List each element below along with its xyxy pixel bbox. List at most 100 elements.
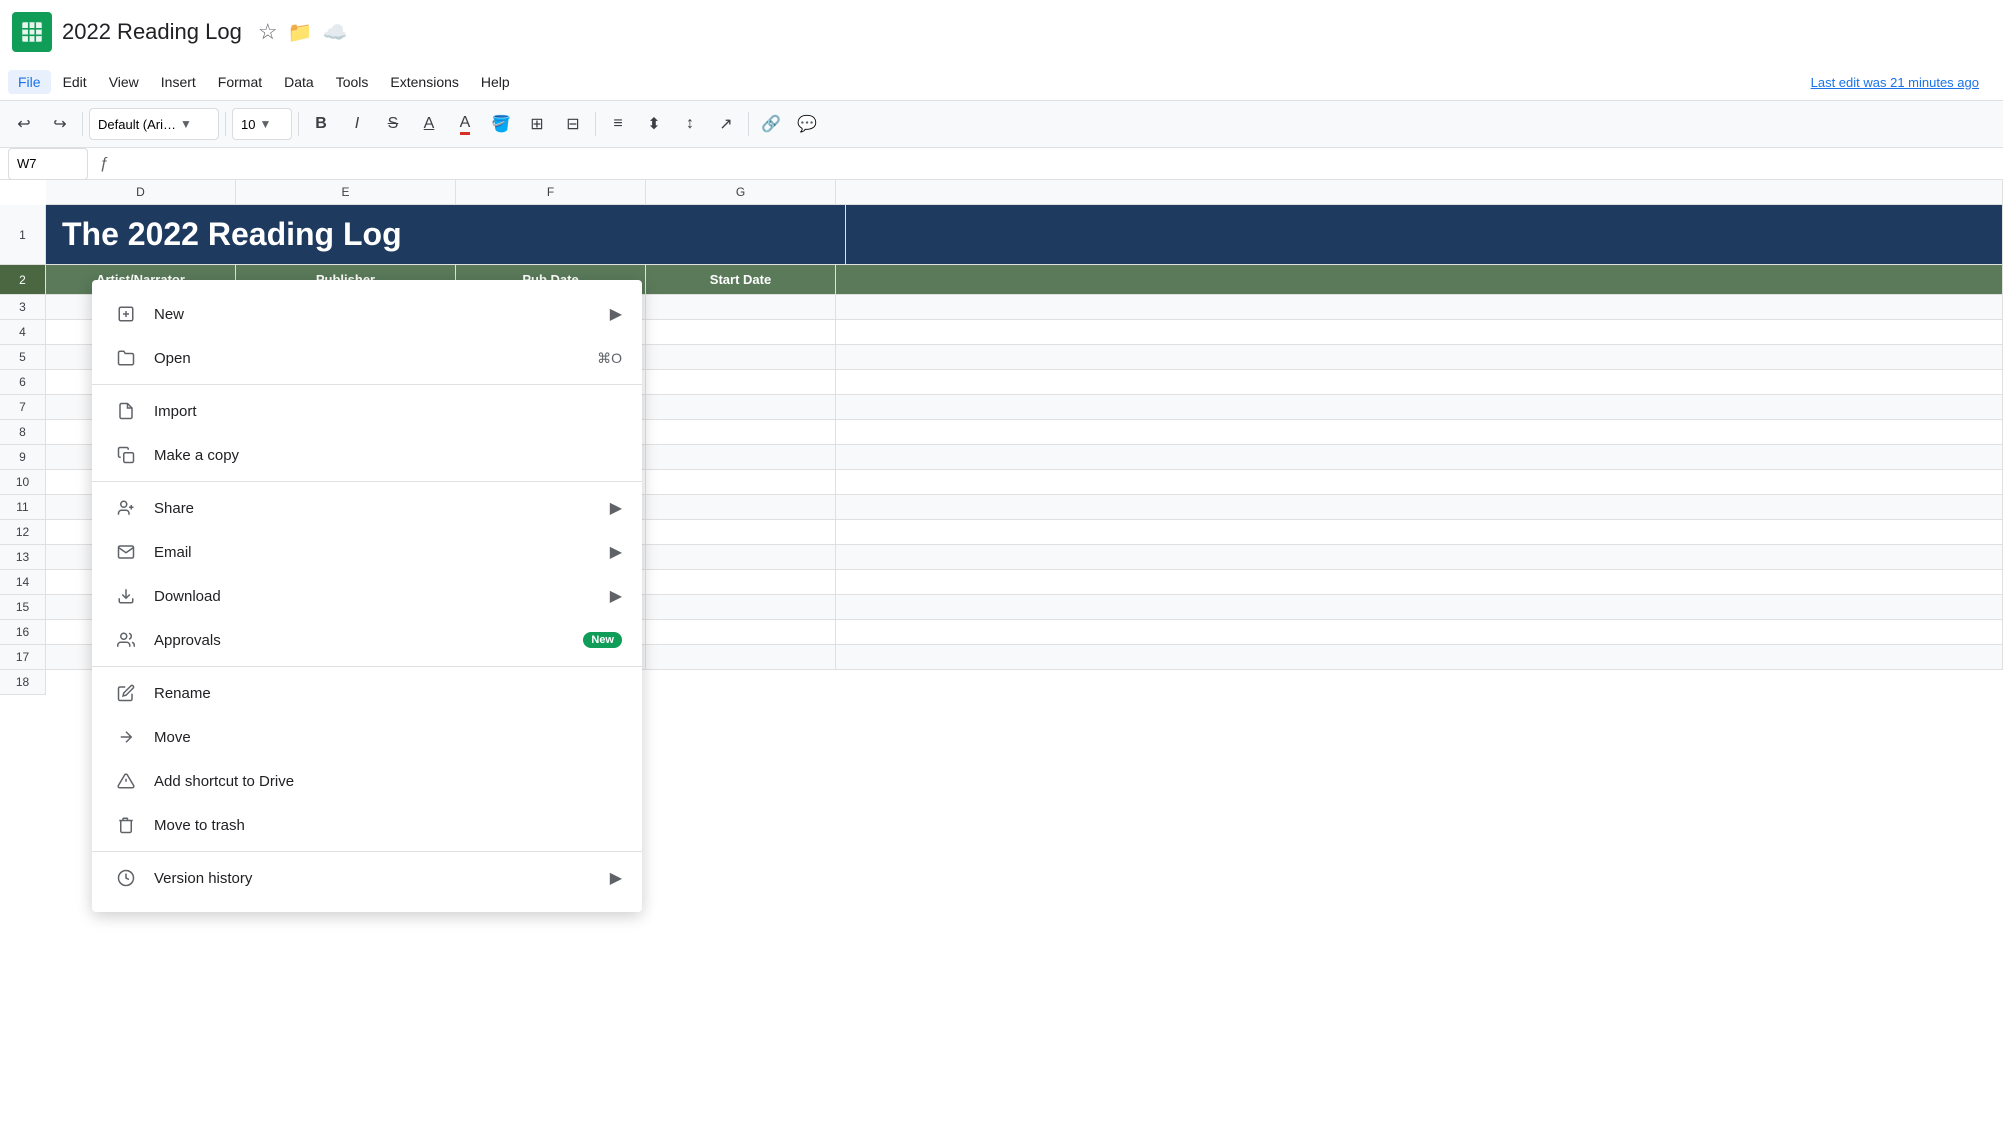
version-history-arrow: ▶ [610,868,622,888]
import-label: Import [154,403,622,420]
menu-item-share[interactable]: Share ▶ [92,486,642,530]
data-cell[interactable] [836,370,2003,395]
menu-item-email[interactable]: Email ▶ [92,530,642,574]
redo-button[interactable]: ↪ [44,108,76,140]
data-cell[interactable] [836,620,2003,645]
comment-button[interactable]: 💬 [791,108,823,140]
menu-item-import[interactable]: Import [92,389,642,433]
import-icon [112,402,140,420]
halign-button[interactable]: ≡ [602,108,634,140]
new-icon [112,305,140,323]
menu-tools[interactable]: Tools [326,70,379,94]
data-cell[interactable] [646,595,836,620]
borders-button[interactable]: ⊞ [521,108,553,140]
data-cell[interactable] [646,320,836,345]
italic-button[interactable]: I [341,108,373,140]
fill-color-button[interactable]: 🪣 [485,108,517,140]
text-color-button[interactable]: A [449,108,481,140]
menu-view[interactable]: View [99,70,149,94]
data-cell[interactable] [646,395,836,420]
menu-item-new[interactable]: New ▶ [92,292,642,336]
menu-item-make-copy[interactable]: Make a copy [92,433,642,477]
menu-item-move[interactable]: Move [92,715,642,759]
data-cell[interactable] [836,320,2003,345]
table-row[interactable]: The 2022 Reading Log [46,205,2003,265]
toolbar-divider-1 [82,112,83,136]
link-button[interactable]: 🔗 [755,108,787,140]
font-dropdown-arrow: ▼ [180,117,192,131]
col-header-g: G [646,180,836,204]
col-rest [836,265,2003,295]
cloud-icon[interactable]: ☁️ [322,20,347,45]
font-size-select[interactable]: 10 ▼ [232,108,292,140]
menu-format[interactable]: Format [208,70,272,94]
data-cell[interactable] [646,520,836,545]
wrap-button[interactable]: ↕ [674,108,706,140]
menu-item-download[interactable]: Download ▶ [92,574,642,618]
menu-item-approvals[interactable]: Approvals New [92,618,642,662]
menu-item-add-shortcut[interactable]: Add shortcut to Drive [92,759,642,803]
data-cell[interactable] [646,495,836,520]
menu-extensions[interactable]: Extensions [380,70,468,94]
shortcut-icon [112,772,140,790]
menu-item-rename[interactable]: Rename [92,671,642,715]
font-select[interactable]: Default (Ari… ▼ [89,108,219,140]
data-cell[interactable] [646,470,836,495]
strikethrough-button[interactable]: S [377,108,409,140]
data-cell[interactable] [836,445,2003,470]
data-cell[interactable] [646,570,836,595]
merge-button[interactable]: ⊟ [557,108,589,140]
menu-insert[interactable]: Insert [151,70,206,94]
data-cell[interactable] [836,520,2003,545]
cell-ref-value: W7 [17,156,37,171]
menu-item-version-history[interactable]: Version history ▶ [92,856,642,900]
data-cell[interactable] [646,620,836,645]
data-cell[interactable] [646,545,836,570]
cell-reference-box[interactable]: W7 [8,148,88,180]
menu-section-3: Share ▶ Email ▶ [92,482,642,667]
menu-help[interactable]: Help [471,70,520,94]
toolbar: ↩ ↪ Default (Ari… ▼ 10 ▼ B I S A A 🪣 ⊞ ⊟… [0,100,2003,148]
data-cell[interactable] [836,395,2003,420]
data-cell[interactable] [836,495,2003,520]
row-num-6: 6 [0,370,46,395]
data-cell[interactable] [836,345,2003,370]
data-cell[interactable] [836,545,2003,570]
star-icon[interactable]: ☆ [258,19,278,45]
menu-file[interactable]: File [8,70,51,94]
row-num-3: 3 [0,295,46,320]
data-cell[interactable] [836,295,2003,320]
data-cell[interactable] [836,570,2003,595]
row-num-5: 5 [0,345,46,370]
row-num-10: 10 [0,470,46,495]
last-edit-label[interactable]: Last edit was 21 minutes ago [1811,75,1995,90]
data-cell[interactable] [836,645,2003,670]
rotate-button[interactable]: ↗ [710,108,742,140]
data-cell[interactable] [646,645,836,670]
app-icon[interactable] [12,12,52,52]
menu-item-open[interactable]: Open ⌘O [92,336,642,380]
row-num-8: 8 [0,420,46,445]
data-cell[interactable] [836,595,2003,620]
data-cell[interactable] [646,420,836,445]
menu-data[interactable]: Data [274,70,324,94]
bold-button[interactable]: B [305,108,337,140]
data-cell[interactable] [646,295,836,320]
rename-label: Rename [154,685,622,702]
data-cell[interactable] [646,370,836,395]
underline-button[interactable]: A [413,108,445,140]
toolbar-divider-3 [298,112,299,136]
data-cell[interactable] [836,420,2003,445]
menu-item-move-trash[interactable]: Move to trash [92,803,642,847]
menu-edit[interactable]: Edit [53,70,97,94]
data-cell[interactable] [646,345,836,370]
data-cell[interactable] [646,445,836,470]
move-icon [112,728,140,746]
data-cell[interactable] [836,470,2003,495]
valign-button[interactable]: ⬍ [638,108,670,140]
col-startdate: Start Date [646,265,836,295]
menu-section-5: Version history ▶ [92,852,642,904]
new-arrow: ▶ [610,304,622,324]
undo-button[interactable]: ↩ [8,108,40,140]
folder-icon[interactable]: 📁 [288,20,313,45]
